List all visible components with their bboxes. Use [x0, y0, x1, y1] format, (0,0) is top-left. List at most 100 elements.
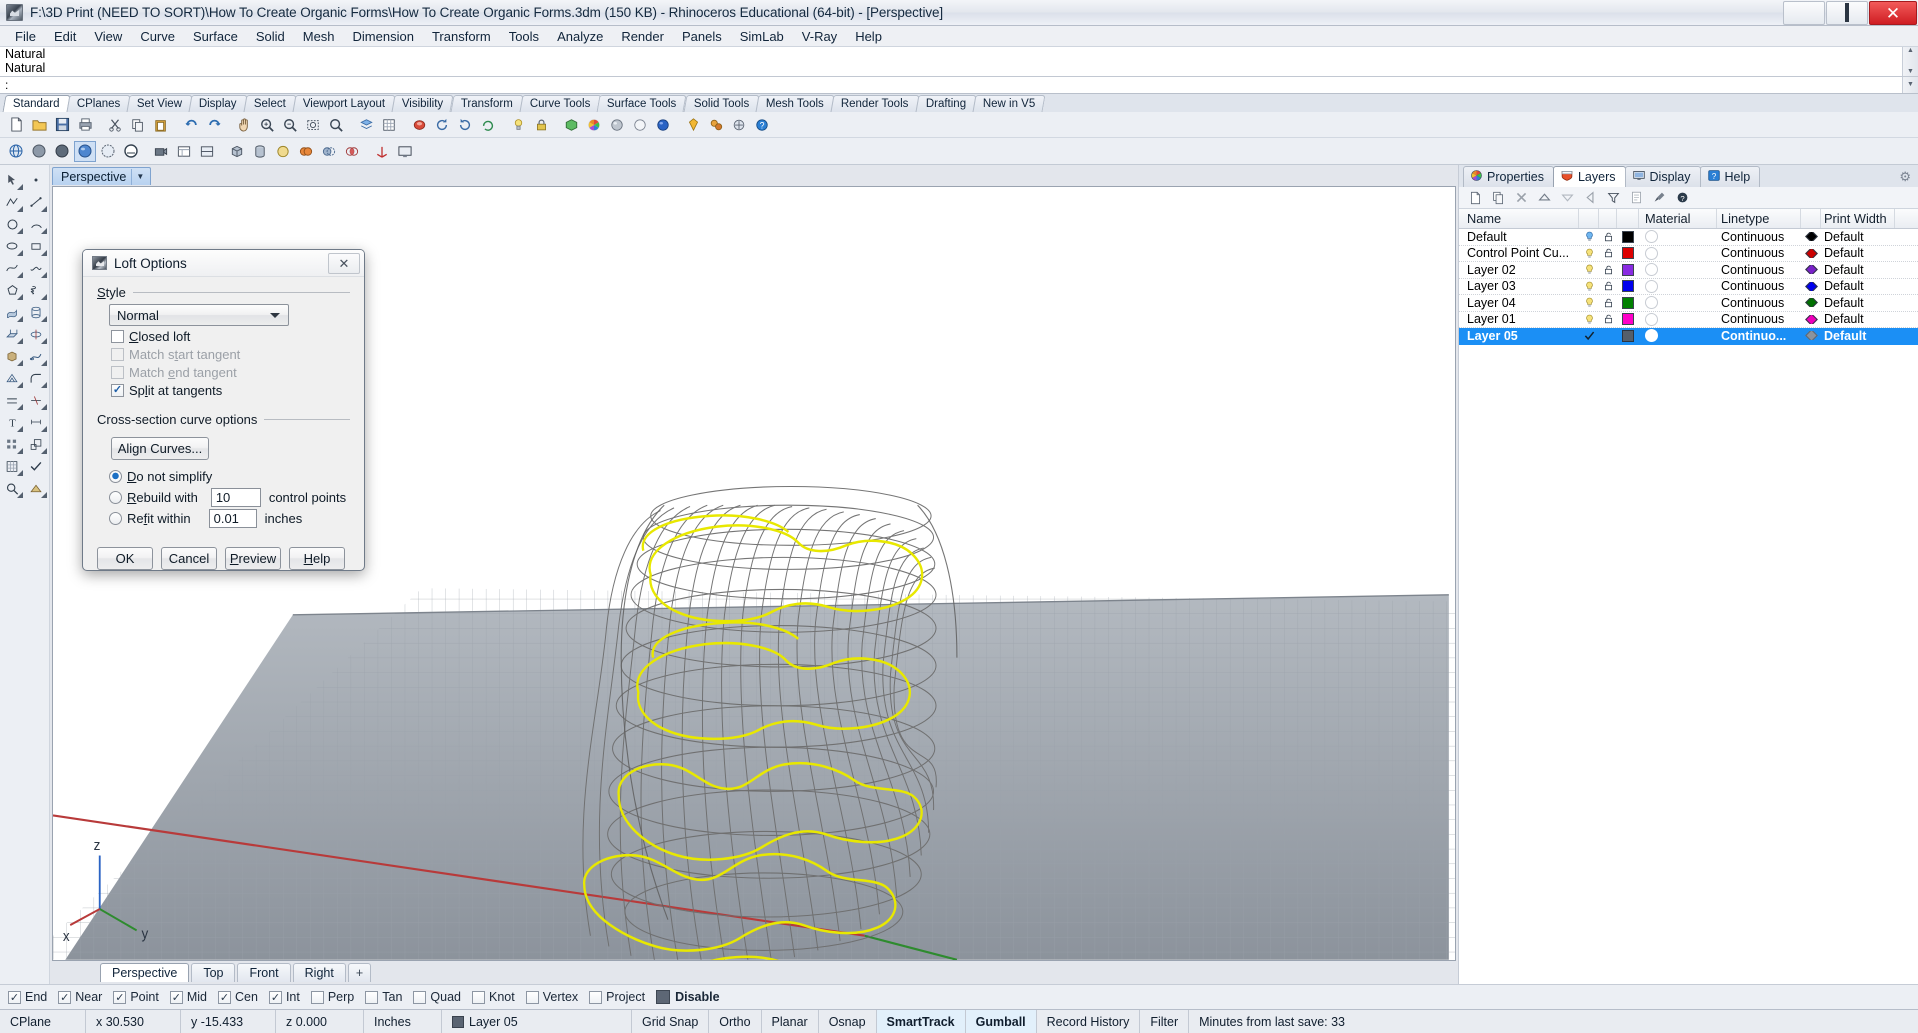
print-icon[interactable] — [74, 114, 96, 135]
layer-print-width[interactable]: Default — [1821, 279, 1895, 293]
dialog-close-button[interactable]: ✕ — [328, 253, 360, 274]
layer-name[interactable]: Layer 02 — [1459, 263, 1579, 277]
viewport-tab-right[interactable]: Right — [292, 963, 346, 982]
column-header-name[interactable]: Name — [1459, 209, 1579, 229]
menu-help[interactable]: Help — [846, 28, 891, 45]
viewport-tab-top[interactable]: Top — [191, 963, 236, 982]
osnap-knot[interactable]: Knot — [472, 990, 515, 1004]
osnap-end[interactable]: End — [8, 990, 47, 1004]
osnap-mid[interactable]: Mid — [169, 990, 207, 1004]
column-header-linetype[interactable]: Linetype — [1717, 209, 1801, 229]
menu-vray[interactable]: V-Ray — [793, 28, 846, 45]
checkbox-icon[interactable] — [8, 990, 21, 1004]
checkbox-icon[interactable] — [525, 990, 539, 1004]
command-history-text[interactable]: Natural Natural — [0, 47, 1902, 76]
layer-linetype[interactable]: Continuous — [1717, 279, 1801, 293]
polyline-icon[interactable] — [0, 191, 24, 213]
refit-within-row[interactable]: Refit within 0.01 inches — [109, 508, 350, 529]
arc-icon[interactable] — [24, 213, 48, 235]
text-icon[interactable]: T — [0, 411, 24, 433]
polygon-icon[interactable] — [0, 279, 24, 301]
command-prompt-scrollbar[interactable]: ▼ — [1902, 77, 1918, 94]
menu-curve[interactable]: Curve — [131, 28, 184, 45]
paste-icon[interactable] — [150, 114, 172, 135]
trim-icon[interactable] — [24, 389, 48, 411]
menu-tools[interactable]: Tools — [500, 28, 548, 45]
display-modes-icon[interactable] — [196, 141, 218, 162]
toolbar-tab-display[interactable]: Display — [188, 95, 248, 113]
checkbox-icon[interactable] — [169, 990, 183, 1004]
gear-icon[interactable]: ⚙ — [1899, 169, 1911, 185]
menu-transform[interactable]: Transform — [423, 28, 500, 45]
extrude-icon[interactable] — [0, 323, 24, 345]
layer-linetype[interactable]: Continuo... — [1717, 329, 1801, 343]
analyze-icon[interactable] — [0, 477, 24, 499]
helix-icon[interactable] — [24, 279, 48, 301]
zoom-window-icon[interactable] — [302, 114, 324, 135]
light-icon[interactable] — [507, 114, 529, 135]
column-header-material[interactable]: Material — [1639, 209, 1717, 229]
status-toggle-planar[interactable]: Planar — [762, 1010, 819, 1033]
command-input[interactable]: : — [0, 78, 1902, 92]
layer-name[interactable]: Layer 05 — [1459, 329, 1579, 343]
do-not-simplify-row[interactable]: Do not simplify — [109, 466, 350, 487]
toolbar-tab-standard[interactable]: Standard — [2, 95, 71, 113]
layer-name[interactable]: Layer 01 — [1459, 312, 1579, 326]
move-down-icon[interactable] — [1557, 188, 1578, 207]
freeform-curve-icon[interactable] — [24, 257, 48, 279]
split-at-tangents-row[interactable]: Split at tangents — [111, 382, 350, 398]
toolbar-tab-curve-tools[interactable]: Curve Tools — [519, 95, 601, 113]
curve-control-points-icon[interactable] — [0, 257, 24, 279]
layer-color-swatch[interactable] — [1617, 247, 1639, 260]
status-toggle-smarttrack[interactable]: SmartTrack — [876, 1010, 966, 1033]
status-cplane[interactable]: CPlane — [0, 1010, 86, 1033]
table-row[interactable]: Layer 04 Continuous Default — [1459, 295, 1918, 312]
layer-color-swatch[interactable] — [1617, 230, 1639, 243]
boolean-intersect-icon[interactable] — [341, 141, 363, 162]
menu-simlab[interactable]: SimLab — [731, 28, 793, 45]
rotate-left-icon[interactable] — [454, 114, 476, 135]
lock-icon[interactable] — [1599, 280, 1617, 292]
layer-print-width[interactable]: Default — [1821, 230, 1895, 244]
material-icon[interactable] — [560, 114, 582, 135]
osnap-disable[interactable]: Disable — [656, 990, 720, 1004]
viewport-tab-front[interactable]: Front — [237, 963, 291, 982]
rectangle-icon[interactable] — [24, 235, 48, 257]
filter-icon[interactable] — [1603, 188, 1624, 207]
toolbar-tab-set-view[interactable]: Set View — [126, 95, 193, 113]
cut-icon[interactable] — [104, 114, 126, 135]
checkbox-icon[interactable] — [310, 990, 324, 1004]
fillet-icon[interactable] — [24, 367, 48, 389]
visibility-bulb-icon[interactable] — [1579, 280, 1599, 293]
maximize-button[interactable] — [1826, 1, 1868, 25]
boolean-difference-icon[interactable] — [318, 141, 340, 162]
toolbar-tab-solid-tools[interactable]: Solid Tools — [683, 95, 760, 113]
layer-linetype[interactable]: Continuous — [1717, 296, 1801, 310]
toolbar-tab-transform[interactable]: Transform — [450, 95, 524, 113]
table-row[interactable]: Layer 03 Continuous Default — [1459, 279, 1918, 296]
visibility-bulb-icon[interactable] — [1579, 313, 1599, 326]
osnap-quad[interactable]: Quad — [413, 990, 461, 1004]
status-units[interactable]: Inches — [364, 1010, 442, 1033]
copy-layer-icon[interactable] — [1488, 188, 1509, 207]
scroll-up-icon[interactable]: ▲ — [1907, 47, 1914, 55]
toolbar-tab-viewport-layout[interactable]: Viewport Layout — [292, 95, 396, 113]
help-blue-icon[interactable]: ? — [751, 114, 773, 135]
viewport-title[interactable]: Perspective ▼ — [52, 167, 152, 186]
status-current-layer[interactable]: Layer 05 — [442, 1010, 632, 1033]
print-color-diamond[interactable] — [1801, 298, 1821, 308]
table-row[interactable]: Default Continuous Default — [1459, 229, 1918, 246]
rotate-icon[interactable] — [431, 114, 453, 135]
named-views-icon[interactable] — [173, 141, 195, 162]
layer-material[interactable] — [1639, 246, 1717, 260]
refit-tolerance-input[interactable]: 0.01 — [208, 509, 257, 528]
table-row[interactable]: Layer 01 Continuous Default — [1459, 312, 1918, 329]
refresh-icon[interactable] — [477, 114, 499, 135]
view-xray-icon[interactable] — [97, 141, 119, 162]
layer-name[interactable]: Layer 03 — [1459, 279, 1579, 293]
help-button[interactable]: Help — [289, 547, 345, 570]
layer-linetype[interactable]: Continuous — [1717, 263, 1801, 277]
box-icon[interactable] — [226, 141, 248, 162]
sweep1-icon[interactable] — [24, 345, 48, 367]
toolbar-tab-mesh-tools[interactable]: Mesh Tools — [755, 95, 835, 113]
